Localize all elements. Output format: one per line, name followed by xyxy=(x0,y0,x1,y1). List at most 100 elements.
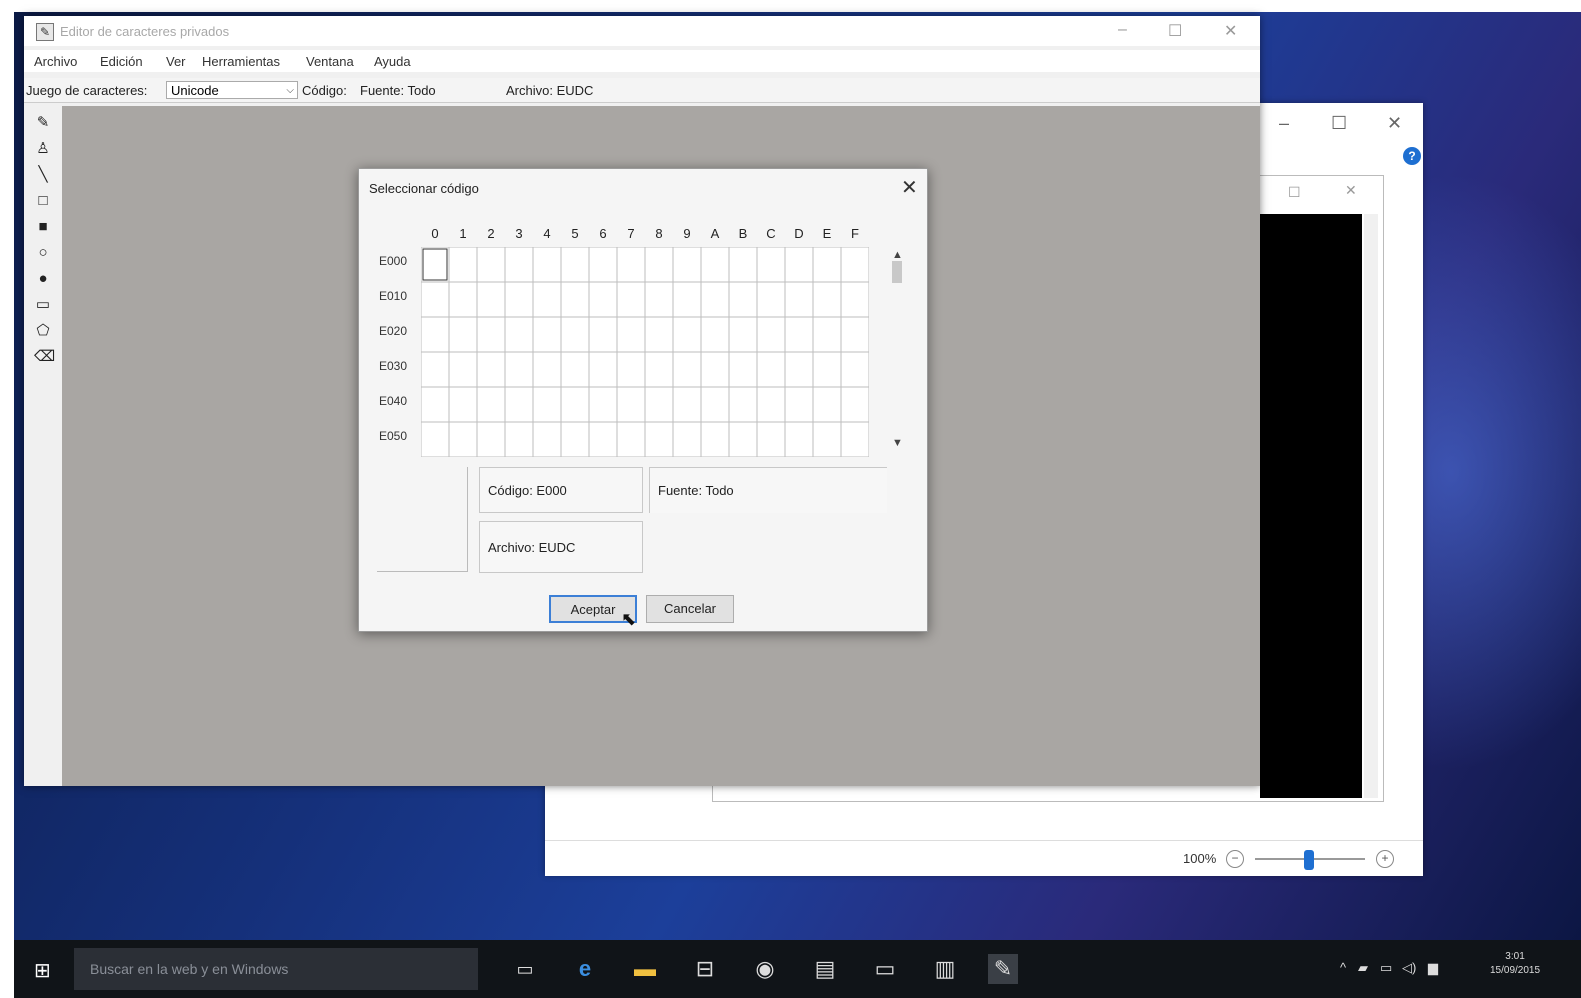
dialog-title: Seleccionar código xyxy=(369,181,479,196)
row-header: E020 xyxy=(379,324,408,338)
code-info: Código: E000 xyxy=(479,467,643,513)
battery-icon[interactable]: ▭ xyxy=(1380,960,1392,976)
column-header: B xyxy=(738,226,748,241)
column-header: 8 xyxy=(655,226,663,241)
network-icon[interactable]: ▰ xyxy=(1358,960,1368,976)
row-header: E030 xyxy=(379,359,408,373)
scroll-down-icon[interactable]: ▼ xyxy=(892,437,903,449)
menu-herramientas[interactable]: Herramientas xyxy=(202,54,280,69)
maximize-icon[interactable]: ☐ xyxy=(1168,21,1182,41)
notifications-icon[interactable]: ▆ xyxy=(1428,960,1438,976)
hollow-rectangle-icon[interactable]: □ xyxy=(34,192,52,210)
scrollbar[interactable] xyxy=(1364,214,1378,798)
column-header: 4 xyxy=(543,226,551,241)
minimize-icon[interactable]: – xyxy=(1118,21,1127,39)
window-title: Editor de caracteres privados xyxy=(60,24,230,39)
column-header: D xyxy=(794,226,804,241)
glyph-preview xyxy=(377,467,468,572)
pencil-icon[interactable]: ✎ xyxy=(34,114,52,132)
file-info: Archivo: EUDC xyxy=(479,521,643,573)
row-header: E050 xyxy=(379,429,408,443)
toolbar: Juego de caracteres: Unicode ⌵ Código: F… xyxy=(24,78,1260,103)
charset-select[interactable]: Unicode ⌵ xyxy=(166,81,298,99)
close-icon[interactable]: ✕ xyxy=(1387,113,1402,134)
font-info: Fuente: Todo xyxy=(649,467,887,513)
chevron-down-icon: ⌵ xyxy=(286,85,294,96)
menu-ayuda[interactable]: Ayuda xyxy=(374,54,411,69)
close-icon[interactable]: ✕ xyxy=(901,175,918,200)
column-header: 2 xyxy=(487,226,495,241)
private-char-editor-icon[interactable]: ✎ xyxy=(988,954,1018,984)
zoom-slider-thumb[interactable] xyxy=(1304,850,1314,870)
zoom-out-button[interactable]: − xyxy=(1226,850,1244,868)
column-header: 5 xyxy=(571,226,579,241)
column-header: 9 xyxy=(683,226,691,241)
file-label: Archivo: EUDC xyxy=(506,83,594,98)
column-header: C xyxy=(766,226,776,241)
column-header: E xyxy=(822,226,832,241)
title-bar: ✎ Editor de caracteres privados – ☐ ✕ xyxy=(24,16,1260,46)
clock[interactable]: 3:01 15/09/2015 xyxy=(1490,950,1540,978)
search-input[interactable]: Buscar en la web y en Windows xyxy=(74,948,478,990)
edge-browser-icon[interactable]: e xyxy=(570,954,600,984)
scroll-up-icon[interactable]: ▲ xyxy=(892,249,903,261)
column-header: 3 xyxy=(515,226,523,241)
scroll-thumb[interactable] xyxy=(892,261,902,283)
column-header: 6 xyxy=(599,226,607,241)
menu-ver[interactable]: Ver xyxy=(166,54,186,69)
windows-start-icon[interactable]: ⊞ xyxy=(34,958,51,983)
filled-rectangle-icon[interactable]: ■ xyxy=(34,218,52,236)
filled-ellipse-icon[interactable]: ● xyxy=(34,270,52,288)
volume-icon[interactable]: ◁) xyxy=(1402,960,1416,976)
menu-bar: Archivo Edición Ver Herramientas Ventana… xyxy=(24,50,1260,72)
notepad-icon[interactable]: ▥ xyxy=(930,954,960,984)
code-label: Código: xyxy=(302,83,347,98)
selected-cell[interactable] xyxy=(422,248,448,281)
column-header: 7 xyxy=(627,226,635,241)
window-app-icon[interactable]: ▭ xyxy=(870,954,900,984)
grid-scrollbar[interactable]: ▲ ▼ xyxy=(889,247,905,457)
minimize-icon[interactable]: – xyxy=(1279,113,1289,134)
column-header: 0 xyxy=(431,226,439,241)
maximize-icon[interactable]: ☐ xyxy=(1331,113,1347,134)
line-icon[interactable]: ╲ xyxy=(34,166,52,184)
clock-date: 15/09/2015 xyxy=(1490,965,1541,976)
hollow-ellipse-icon[interactable]: ○ xyxy=(34,244,52,262)
close-icon[interactable]: ✕ xyxy=(1345,182,1357,199)
maximize-icon[interactable]: ☐ xyxy=(1288,184,1301,201)
preview-area xyxy=(1260,214,1362,798)
freeform-selection-icon[interactable]: ⬠ xyxy=(34,322,52,340)
column-header: A xyxy=(710,226,720,241)
charset-value: Unicode xyxy=(171,83,219,98)
column-header: F xyxy=(851,226,859,241)
eraser-icon[interactable]: ⌫ xyxy=(34,348,55,366)
column-header: 1 xyxy=(459,226,467,241)
menu-archivo[interactable]: Archivo xyxy=(34,54,77,69)
code-grid[interactable] xyxy=(421,247,869,457)
rectangular-selection-icon[interactable]: ▭ xyxy=(34,296,52,314)
store-icon[interactable]: ⊟ xyxy=(690,954,720,984)
close-icon[interactable]: ✕ xyxy=(1224,21,1237,41)
menu-ventana[interactable]: Ventana xyxy=(306,54,354,69)
app-icon: ✎ xyxy=(36,23,54,41)
menu-edicion[interactable]: Edición xyxy=(100,54,143,69)
select-code-dialog: Seleccionar código ✕ 0 1 2 3 4 5 6 7 8 9 A B C D E F E0… xyxy=(358,168,928,632)
cancel-button[interactable]: Cancelar xyxy=(646,595,734,623)
tool-strip: ✎ ♙ ╲ □ ■ ○ ● ▭ ⬠ ⌫ xyxy=(26,106,63,786)
row-header: E040 xyxy=(379,394,408,408)
mouse-pointer-icon: ⬉ xyxy=(621,609,637,629)
task-view-icon[interactable]: ▭ xyxy=(510,954,540,984)
taskbar: ⊞ Buscar en la web y en Windows ▭ e ▬ ⊟ … xyxy=(14,940,1581,998)
file-explorer-icon[interactable]: ▬ xyxy=(630,954,660,984)
brush-icon[interactable]: ♙ xyxy=(34,140,52,158)
clock-time: 3:01 xyxy=(1505,951,1525,962)
row-header: E010 xyxy=(379,289,408,303)
zoom-level: 100% xyxy=(1183,851,1217,866)
row-header: E000 xyxy=(379,254,408,268)
charset-label: Juego de caracteres: xyxy=(26,83,148,98)
show-hidden-icons-icon[interactable]: ^ xyxy=(1340,960,1346,975)
media-player-icon[interactable]: ◉ xyxy=(750,954,780,984)
zoom-in-button[interactable]: + xyxy=(1376,850,1394,868)
help-icon[interactable]: ? xyxy=(1403,147,1421,165)
movie-maker-icon[interactable]: ▤ xyxy=(810,954,840,984)
